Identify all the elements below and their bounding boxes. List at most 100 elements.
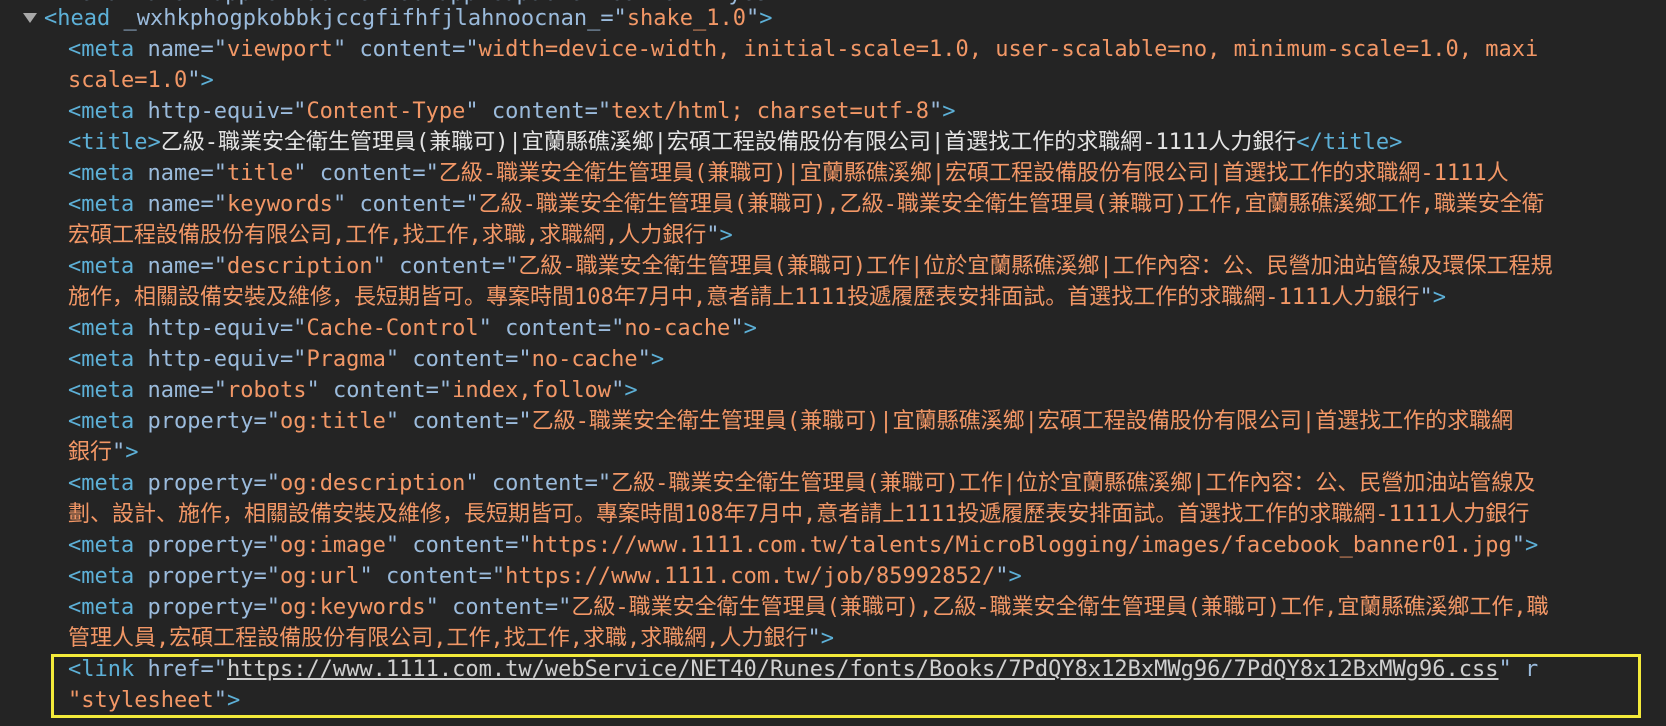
token-tag: >	[200, 68, 214, 93]
token-eq: ="	[584, 471, 612, 496]
token-av: text/html; charset=utf-8	[611, 99, 929, 124]
token-tag: <meta	[68, 192, 148, 217]
token-av: https://www.1111.com.tw/job/85992852/	[505, 564, 996, 589]
token-eq: ="	[478, 564, 506, 589]
token-eq: ="	[279, 99, 307, 124]
token-an: http-equiv	[147, 99, 280, 124]
token-tx: 乙級-職業安全衛生管理員(兼職可)|宜蘭縣礁溪鄉|宏碩工程設備股份有限公司|首選…	[160, 130, 1297, 155]
token-an: name	[147, 37, 201, 62]
source-line-l3[interactable]: <meta http-equiv="Content-Type" content=…	[68, 96, 956, 127]
token-an: http-equiv	[147, 347, 280, 372]
token-tag: <meta	[68, 533, 148, 558]
token-av: og:description	[279, 471, 466, 496]
token-tag: <meta	[68, 595, 148, 620]
token-eq: "	[637, 347, 651, 372]
source-line-l16[interactable]: 劃、設計、施作，相關設備安裝及維修，長短期皆可。專案時間108年7月中,意者請上…	[68, 499, 1529, 530]
source-line-l19[interactable]: <meta property="og:keywords" content="乙級…	[68, 592, 1549, 623]
token-tag: >	[624, 378, 638, 403]
token-eq: "	[706, 223, 720, 248]
token-tag: <meta	[68, 254, 148, 279]
token-av: description	[226, 254, 373, 279]
token-eq: ="	[253, 564, 280, 589]
source-line-l15[interactable]: <meta property="og:description" content=…	[68, 468, 1535, 499]
source-line-l9[interactable]: 施作，相關設備安裝及維修，長短期皆可。專案時間108年7月中,意者請上1111投…	[68, 282, 1446, 313]
token-tag: <head	[44, 6, 124, 31]
token-tag: </title>	[1296, 130, 1403, 155]
token-tag: >	[226, 688, 241, 713]
token-eq: ="	[505, 533, 532, 558]
token-eq: ="	[597, 316, 625, 341]
href-link[interactable]: https://www.1111.com.tw/webService/NET40…	[227, 657, 1499, 682]
source-line-l18[interactable]: <meta property="og:url" content="https:/…	[68, 561, 1022, 592]
token-eq: "	[478, 316, 506, 341]
source-line-l17[interactable]: <meta property="og:image" content="https…	[68, 530, 1538, 561]
source-line-l0[interactable]: <head _wxhkphogpkobbkjccgfifhfjlahnoocna…	[44, 3, 773, 34]
source-line-l12[interactable]: <meta name="robots" content="index,follo…	[68, 375, 638, 406]
token-av: og:title	[279, 409, 386, 434]
token-eq: "	[306, 378, 333, 403]
token-an: property	[147, 409, 254, 434]
source-line-l4[interactable]: <title>乙級-職業安全衛生管理員(兼職可)|宜蘭縣礁溪鄉|宏碩工程設備股份…	[68, 127, 1402, 158]
source-line-l5[interactable]: <meta name="title" content="乙級-職業安全衛生管理員…	[68, 158, 1509, 189]
token-tag: >	[820, 626, 834, 651]
token-eq: "	[611, 378, 625, 403]
token-av: no-cache	[531, 347, 638, 372]
token-an: http-equiv	[147, 316, 280, 341]
source-line-l1[interactable]: <meta name="viewport" content="width=dev…	[68, 34, 1538, 65]
token-av: 乙級-職業安全衛生管理員(兼職可),乙級-職業安全衛生管理員(兼職可)工作,宜蘭…	[478, 192, 1544, 217]
token-av: shake_1.0	[626, 6, 747, 31]
source-line-l21[interactable]: <link href="https://www.1111.com.tw/webS…	[68, 654, 1538, 685]
token-av: 劃、設計、施作，相關設備安裝及維修，長短期皆可。專案時間108年7月中,意者請上…	[68, 502, 1530, 527]
token-eq: ="	[253, 533, 280, 558]
token-eq: ="	[505, 347, 532, 372]
token-an: content	[491, 99, 585, 124]
token-eq: ="	[452, 37, 479, 62]
token-eq: ="	[412, 161, 439, 186]
token-av: og:url	[279, 564, 360, 589]
token-eq: ="	[200, 37, 227, 62]
source-line-l13[interactable]: <meta property="og:title" content="乙級-職業…	[68, 406, 1513, 437]
source-line-l8[interactable]: <meta name="description" content="乙級-職業安…	[68, 251, 1553, 282]
token-eq: ="	[425, 378, 453, 403]
collapse-triangle-icon[interactable]	[23, 13, 37, 23]
token-eq: "	[807, 626, 821, 651]
token-eq: ="	[200, 161, 227, 186]
token-av: 施作，相關設備安裝及維修，長短期皆可。專案時間108年7月中,意者請上1111投…	[68, 285, 1420, 310]
token-eq: "	[1511, 533, 1526, 558]
token-eq: "	[187, 68, 201, 93]
token-eq: "	[112, 440, 126, 465]
token-tag: >	[1008, 564, 1022, 589]
token-eq: ="	[253, 409, 280, 434]
source-line-l2[interactable]: scale=1.0">	[68, 65, 214, 96]
token-eq: "	[995, 564, 1009, 589]
token-av: index,follow	[452, 378, 612, 403]
token-eq: "	[465, 99, 492, 124]
token-an: content	[412, 409, 506, 434]
token-av: og:image	[279, 533, 386, 558]
token-av: scale=1.0	[68, 68, 188, 93]
source-line-l14[interactable]: 銀行">	[68, 437, 139, 468]
token-eq: "	[730, 316, 744, 341]
token-av: https://www.1111.com.tw/talents/MicroBlo…	[531, 533, 1512, 558]
token-tag: >	[942, 99, 956, 124]
source-line-l11[interactable]: <meta http-equiv="Pragma" content="no-ca…	[68, 344, 664, 375]
source-line-l22[interactable]: "stylesheet">	[68, 685, 240, 716]
token-eq: ="	[584, 99, 612, 124]
token-an: property	[147, 533, 254, 558]
token-an: name	[147, 378, 201, 403]
token-an: name	[147, 254, 201, 279]
token-tag: >	[1432, 285, 1446, 310]
token-av: title	[226, 161, 294, 186]
token-eq: "	[746, 6, 760, 31]
source-line-l6[interactable]: <meta name="keywords" content="乙級-職業安全衛生…	[68, 189, 1544, 220]
source-line-l10[interactable]: <meta http-equiv="Cache-Control" content…	[68, 313, 757, 344]
token-tag: <meta	[68, 378, 148, 403]
token-eq: "	[332, 37, 360, 62]
token-eq: ="	[279, 316, 307, 341]
source-line-l20[interactable]: 管理人員,宏碩工程設備股份有限公司,工作,找工作,求職,求職網,人力銀行">	[68, 623, 834, 654]
token-av: 乙級-職業安全衛生管理員(兼職可)工作|位於宜蘭縣礁溪鄉|工作內容：公、民營加油…	[518, 254, 1553, 279]
token-tag: <meta	[68, 161, 148, 186]
token-av: Pragma	[306, 347, 386, 372]
source-line-l7[interactable]: 宏碩工程設備股份有限公司,工作,找工作,求職,求職網,人力銀行">	[68, 220, 733, 251]
token-av: og:keywords	[279, 595, 426, 620]
